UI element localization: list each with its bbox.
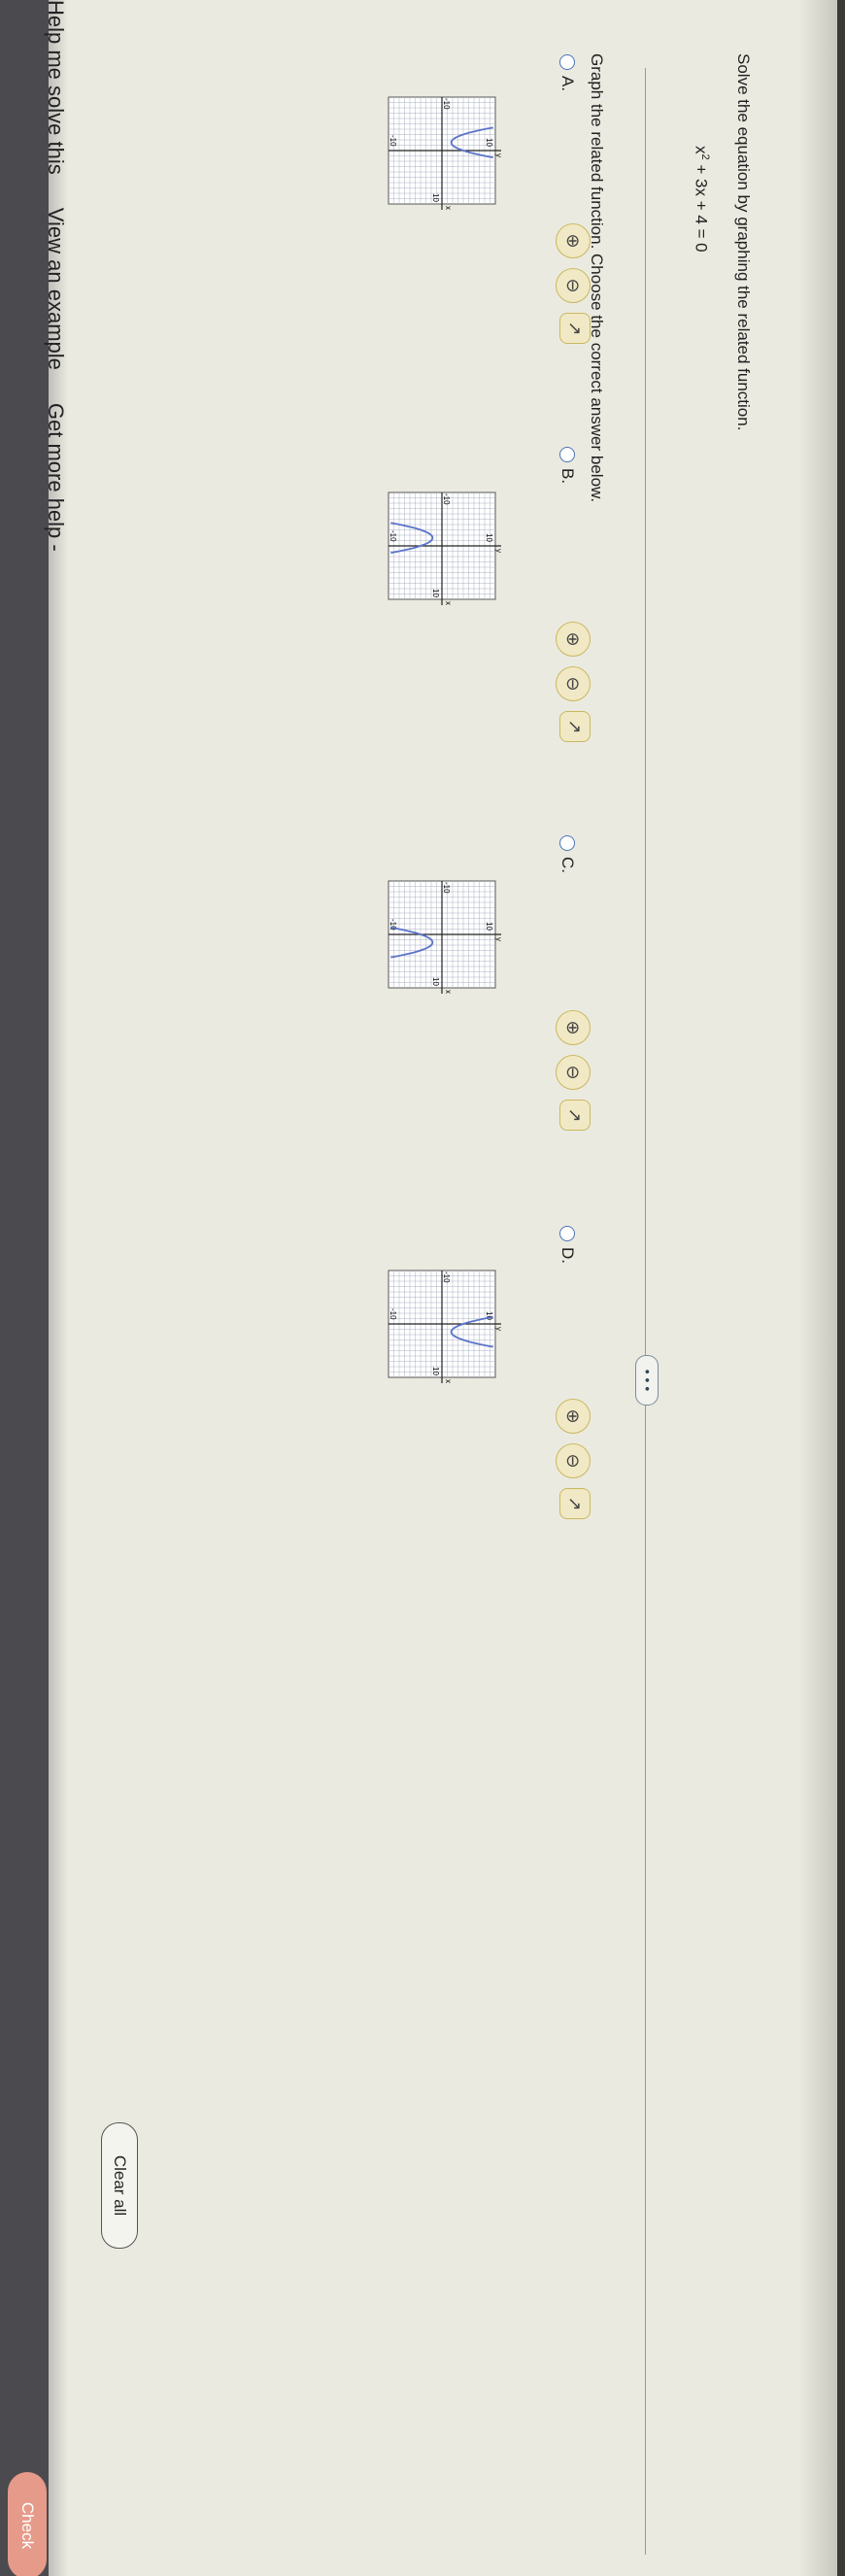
clear-all-button[interactable]: Clear all: [101, 2122, 138, 2249]
y-axis-label: y: [494, 937, 503, 941]
instruction-text: Solve the equation by graphing the relat…: [734, 53, 753, 431]
get-more-help-link[interactable]: Get more help -: [43, 403, 68, 552]
radio-c[interactable]: [559, 835, 575, 851]
graph-c: xy10-10-1010: [388, 880, 503, 994]
tick-right: 10: [431, 589, 440, 597]
tick-left: -10: [442, 98, 451, 110]
check-button[interactable]: Check: [8, 2472, 47, 2576]
popout-icon[interactable]: ↗: [559, 313, 591, 344]
popout-icon[interactable]: ↗: [559, 1488, 591, 1519]
tick-left: -10: [442, 493, 451, 505]
zoom-in-icon[interactable]: ⊕: [556, 622, 591, 657]
zoom-in-icon[interactable]: ⊕: [556, 223, 591, 258]
top-shade: [798, 0, 837, 2576]
graph-a: x y 10 -10 -10 10: [388, 96, 503, 210]
tick-left: -10: [442, 1271, 451, 1283]
tick-left: -10: [442, 882, 451, 894]
x-axis-label: x: [444, 601, 453, 605]
tick-top: 10: [485, 533, 493, 542]
popout-icon[interactable]: ↗: [559, 1100, 591, 1131]
y-axis-label: y: [494, 549, 503, 553]
tick-top: 10: [485, 922, 493, 931]
help-me-solve-link[interactable]: Help me solve this: [43, 0, 68, 175]
x-axis-label: x: [444, 1379, 453, 1383]
popout-icon[interactable]: ↗: [559, 711, 591, 742]
icons-a: ⊕ ⊖ ↗: [556, 223, 591, 344]
y-axis-label: y: [494, 153, 503, 157]
view-example-link[interactable]: View an example: [43, 208, 68, 370]
help-links: Help me solve this View an example Get m…: [43, 0, 68, 552]
zoom-in-icon[interactable]: ⊕: [556, 1010, 591, 1045]
zoom-out-icon[interactable]: ⊖: [556, 1443, 591, 1478]
tick-top: 10: [485, 138, 493, 147]
option-d[interactable]: D.: [558, 1226, 577, 1264]
top-dark-edge: [837, 0, 845, 2576]
tick-bottom: -10: [389, 1308, 397, 1320]
zoom-out-icon[interactable]: ⊖: [556, 666, 591, 701]
icons-c: ⊕ ⊖ ↗: [556, 1010, 591, 1131]
x-axis-label: x: [444, 206, 453, 210]
option-a-label: A.: [558, 76, 577, 92]
equation-base: x: [692, 146, 711, 154]
tick-right: 10: [431, 977, 440, 986]
radio-b[interactable]: [559, 447, 575, 462]
x-axis-label: x: [444, 990, 453, 994]
tick-right: 10: [431, 1367, 440, 1375]
option-b-label: B.: [558, 468, 577, 485]
radio-d[interactable]: [559, 1226, 575, 1241]
icons-b: ⊕ ⊖ ↗: [556, 622, 591, 742]
equation-rest: + 3x + 4 = 0: [692, 159, 711, 253]
option-c-label: C.: [558, 857, 577, 873]
tick-bottom: -10: [389, 135, 397, 147]
option-b[interactable]: B.: [558, 447, 577, 484]
zoom-out-icon[interactable]: ⊖: [556, 1055, 591, 1090]
option-a[interactable]: A.: [558, 54, 577, 91]
radio-a[interactable]: [559, 54, 575, 70]
option-d-label: D.: [558, 1247, 577, 1264]
equation: x2 + 3x + 4 = 0: [691, 146, 711, 253]
bottom-bar: [0, 0, 49, 2576]
y-axis-label: y: [494, 1327, 503, 1331]
divider: [645, 68, 646, 2555]
tick-right: 10: [431, 193, 440, 202]
more-button[interactable]: • • •: [635, 1355, 659, 1406]
graph-d: xy10-10-1010: [388, 1270, 503, 1383]
screen: Solve the equation by graphing the relat…: [0, 0, 845, 2576]
zoom-in-icon[interactable]: ⊕: [556, 1399, 591, 1434]
zoom-out-icon[interactable]: ⊖: [556, 268, 591, 303]
tick-bottom: -10: [389, 530, 397, 542]
icons-d: ⊕ ⊖ ↗: [556, 1399, 591, 1519]
option-c[interactable]: C.: [558, 835, 577, 873]
graph-b: x y 10 -10 -10 10: [388, 491, 503, 605]
